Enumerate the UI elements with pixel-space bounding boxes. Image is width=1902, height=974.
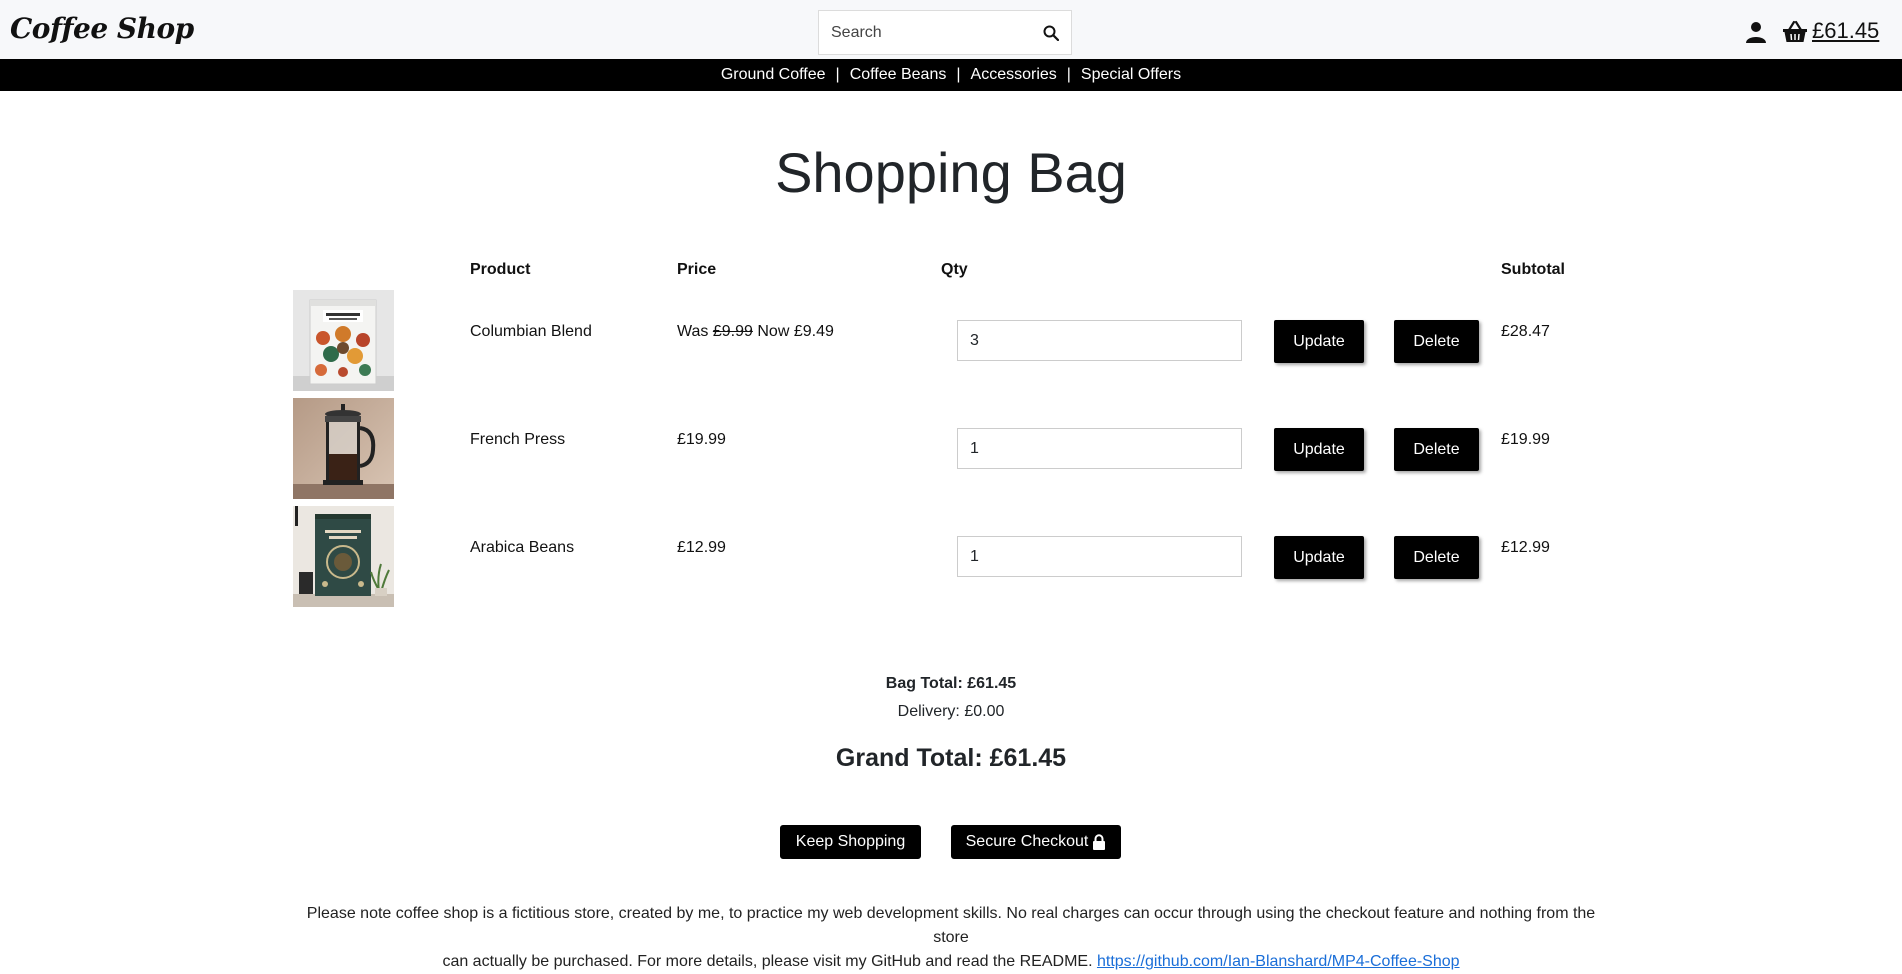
cart-item-price: £12.99 — [677, 539, 726, 556]
column-header-price: Price — [677, 261, 717, 278]
disclaimer-line-1: Please note coffee shop is a fictitious … — [306, 905, 1596, 946]
french-press-image[interactable] — [293, 398, 394, 499]
cart-item-price: £19.99 — [677, 431, 726, 448]
cart-item-subtotal: £28.47 — [1501, 323, 1550, 340]
page-title: Shopping Bag — [775, 141, 1127, 204]
cart-item-subtotal: £19.99 — [1501, 431, 1550, 448]
update-button[interactable]: Update — [1274, 428, 1364, 471]
nav-separator: | — [835, 66, 840, 83]
nav-special-offers[interactable]: Special Offers — [1081, 66, 1181, 84]
cart-item-name[interactable]: Arabica Beans — [470, 539, 574, 557]
nav-coffee-beans[interactable]: Coffee Beans — [850, 66, 947, 84]
update-button[interactable]: Update — [1274, 320, 1364, 363]
price-now-value: £9.49 — [793, 323, 834, 340]
delete-button[interactable]: Delete — [1394, 536, 1479, 579]
disclaimer-text: Please note coffee shop is a fictitious … — [300, 902, 1602, 974]
delete-button[interactable]: Delete — [1394, 320, 1479, 363]
bag-total: Bag Total: £61.45 — [885, 675, 1017, 692]
column-header-subtotal: Subtotal — [1501, 261, 1565, 278]
colombian-blend-bag-image[interactable] — [293, 290, 394, 391]
nav-separator: | — [956, 66, 961, 83]
category-nav: Ground Coffee | Coffee Beans | Accessori… — [0, 59, 1902, 91]
secure-checkout-label: Secure Checkout — [965, 833, 1089, 850]
arabica-beans-bag-image[interactable] — [293, 506, 394, 607]
cart-item-price: Was £9.99 Now £9.49 — [677, 323, 834, 341]
column-header-qty: Qty — [941, 261, 968, 278]
cart-item-name[interactable]: Columbian Blend — [470, 323, 592, 341]
keep-shopping-button[interactable]: Keep Shopping — [780, 825, 921, 859]
nav-ground-coffee[interactable]: Ground Coffee — [721, 66, 826, 84]
column-header-product: Product — [470, 261, 531, 278]
nav-separator: | — [1066, 66, 1071, 83]
quantity-input[interactable] — [957, 320, 1242, 361]
github-link[interactable]: https://github.com/Ian-Blanshard/MP4-Cof… — [1097, 953, 1460, 970]
basket-icon[interactable] — [1782, 20, 1808, 44]
lock-icon — [1093, 834, 1106, 850]
price-was-label: Was — [677, 323, 709, 340]
search-icon — [1043, 25, 1059, 41]
nav-accessories[interactable]: Accessories — [971, 66, 1057, 84]
site-logo[interactable]: Coffee Shop — [10, 12, 194, 45]
quantity-input[interactable] — [957, 428, 1242, 469]
delivery-cost: Delivery: £0.00 — [897, 703, 1005, 720]
search-form — [818, 10, 1072, 55]
cart-total-link[interactable]: £61.45 — [1812, 18, 1879, 44]
grand-total: Grand Total: £61.45 — [835, 744, 1067, 772]
price-now-label: Now — [757, 323, 790, 340]
secure-checkout-button[interactable]: Secure Checkout — [951, 825, 1121, 859]
search-button[interactable] — [1031, 11, 1071, 54]
quantity-input[interactable] — [957, 536, 1242, 577]
cart-item-subtotal: £12.99 — [1501, 539, 1550, 556]
delete-button[interactable]: Delete — [1394, 428, 1479, 471]
update-button[interactable]: Update — [1274, 536, 1364, 579]
site-header: Coffee Shop £61.45 — [0, 0, 1902, 60]
cart-item-name[interactable]: French Press — [470, 431, 565, 449]
disclaimer-line-2: can actually be purchased. For more deta… — [442, 953, 1093, 970]
search-input[interactable] — [819, 11, 1053, 54]
price-was-value: £9.99 — [712, 323, 753, 340]
user-icon[interactable] — [1744, 20, 1768, 44]
